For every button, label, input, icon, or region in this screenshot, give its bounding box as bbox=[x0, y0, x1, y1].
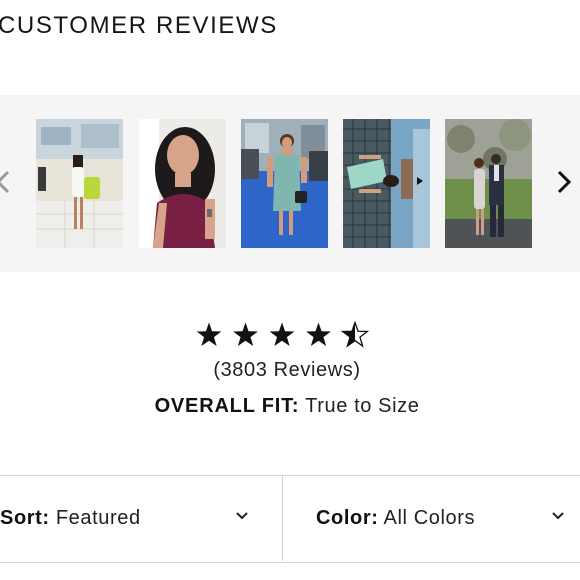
overall-fit: OVERALL FIT: True to Size bbox=[0, 395, 574, 418]
color-dropdown[interactable]: Color: All Colors bbox=[285, 476, 580, 561]
carousel-next-button[interactable] bbox=[551, 162, 577, 202]
filter-bar: Sort: Featured Color: All Colors bbox=[0, 475, 580, 563]
review-count[interactable]: (3803 Reviews) bbox=[0, 359, 574, 382]
sort-value: Featured bbox=[55, 507, 141, 529]
star-rating bbox=[195, 320, 370, 350]
star-icon bbox=[340, 320, 370, 348]
sort-dropdown-text: Sort: Featured bbox=[0, 507, 141, 530]
customer-photo-1[interactable] bbox=[36, 119, 123, 248]
color-value: All Colors bbox=[383, 507, 476, 529]
chevron-down-icon bbox=[552, 512, 564, 520]
chevron-right-icon bbox=[557, 170, 571, 194]
customer-photo-5[interactable] bbox=[445, 119, 532, 248]
photo-carousel bbox=[0, 95, 580, 272]
sort-dropdown[interactable]: Sort: Featured bbox=[0, 476, 283, 561]
star-icon bbox=[269, 322, 295, 347]
carousel-prev-button[interactable] bbox=[0, 162, 16, 202]
customer-reviews-page: CUSTOMER REVIEWS (3803 Reviews) OVERALL … bbox=[0, 0, 580, 580]
customer-photo-2[interactable] bbox=[139, 119, 226, 248]
customer-photo-3[interactable] bbox=[241, 119, 328, 248]
chevron-down-icon bbox=[236, 512, 248, 520]
overall-fit-value: True to Size bbox=[305, 395, 420, 417]
overall-fit-label: OVERALL FIT: bbox=[154, 395, 300, 417]
star-icon bbox=[306, 322, 331, 347]
color-dropdown-text: Color: All Colors bbox=[316, 507, 475, 530]
section-title: CUSTOMER REVIEWS bbox=[0, 12, 278, 39]
star-icon bbox=[196, 322, 222, 347]
star-icon bbox=[233, 322, 258, 347]
color-label: Color: bbox=[316, 507, 379, 529]
customer-photo-4[interactable] bbox=[343, 119, 430, 248]
chevron-left-icon bbox=[0, 170, 10, 194]
sort-label: Sort: bbox=[0, 507, 50, 529]
